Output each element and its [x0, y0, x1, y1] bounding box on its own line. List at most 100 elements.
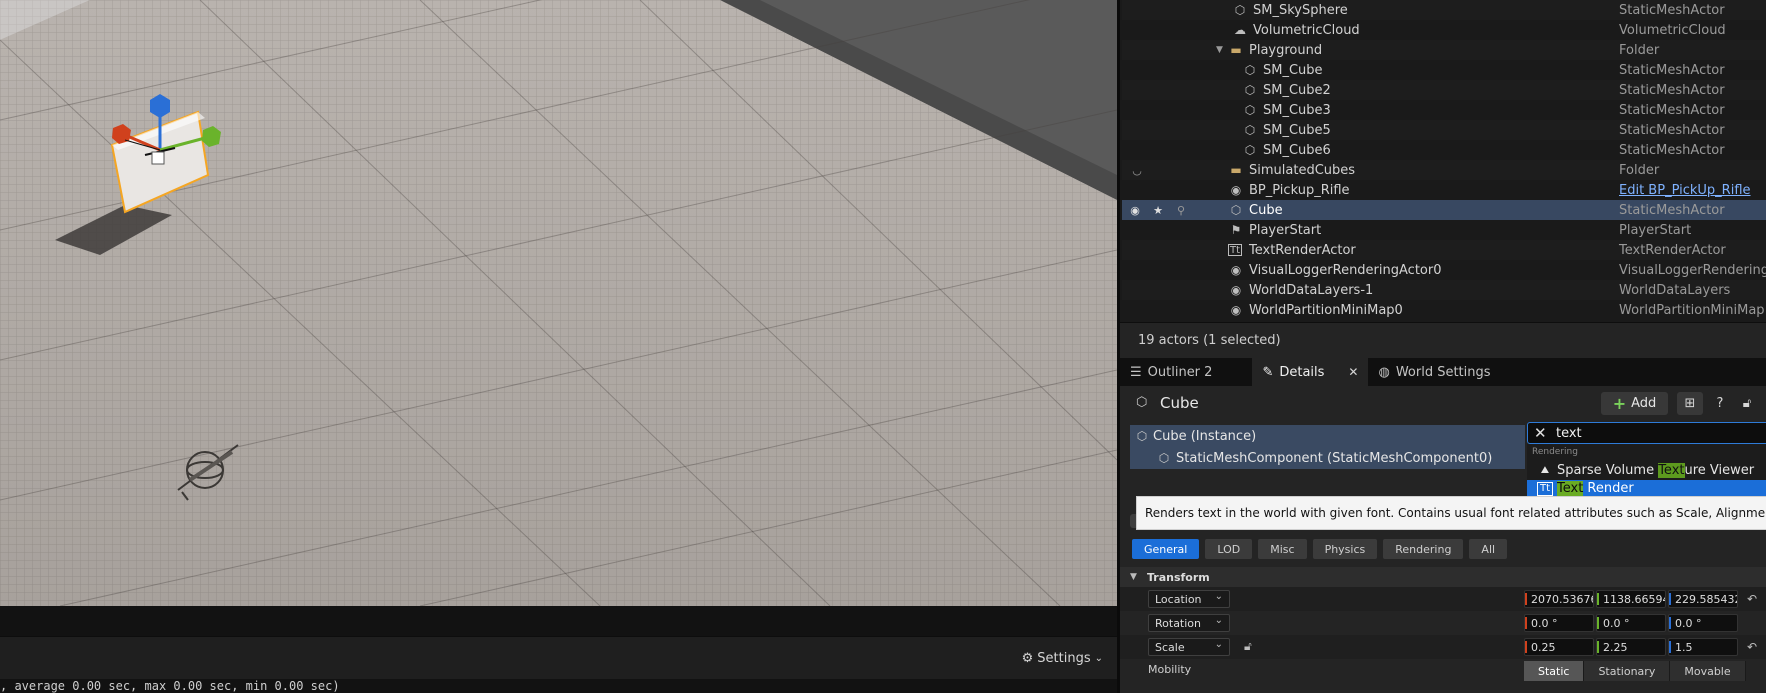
outliner-row[interactable]: ⬡ SM_Cube6 StaticMeshActor	[1122, 140, 1766, 160]
tab-details[interactable]: ✎ Details ✕	[1252, 358, 1369, 386]
component-tree-root[interactable]: ⬡ Cube (Instance)	[1130, 425, 1525, 447]
outliner-row[interactable]: ⚑ PlayerStart PlayerStart	[1122, 220, 1766, 240]
mobility-static[interactable]: Static	[1524, 661, 1585, 681]
help-button[interactable]: ?	[1707, 392, 1733, 415]
outliner-row[interactable]: ◉ WorldPartitionMiniMap0 WorldPartitionM…	[1122, 300, 1766, 320]
bottom-toolbar: ⚙ Settings ⌄	[0, 636, 1117, 679]
location-z-field[interactable]: 229.585432	[1668, 590, 1738, 608]
level-viewport[interactable]	[0, 0, 1117, 606]
add-component-search[interactable]: ✕	[1527, 422, 1766, 444]
filter-lod[interactable]: LOD	[1205, 539, 1253, 559]
tab-outliner-2[interactable]: ☰ Outliner 2	[1120, 358, 1222, 386]
rotation-z-field[interactable]: 0.0 °	[1668, 614, 1738, 632]
viewport-settings-label: Settings	[1037, 650, 1091, 666]
filter-general[interactable]: General	[1132, 539, 1200, 559]
actor-icon: ◉	[1230, 263, 1242, 277]
scale-z-field[interactable]: 1.5	[1668, 638, 1738, 656]
pin-icon[interactable]: ⚲	[1172, 201, 1190, 219]
visibility-eye-icon[interactable]: ◉	[1126, 201, 1144, 219]
outliner-row[interactable]: ◉ VisualLoggerRenderingActor0 VisualLogg…	[1122, 260, 1766, 280]
unlock-icon[interactable]: 🔓︎	[1244, 639, 1252, 654]
folder-open-icon: ▬	[1230, 43, 1242, 57]
section-label: Transform	[1147, 570, 1210, 584]
transform-section-header[interactable]: ▼ Transform	[1120, 567, 1766, 587]
gear-icon: ⚙	[1021, 650, 1034, 666]
outliner-row-selected[interactable]: ◉ ★ ⚲ ⬡ Cube StaticMeshActor	[1122, 200, 1766, 220]
outliner-row[interactable]: ◉ WorldDataLayers-1 WorldDataLayers	[1122, 280, 1766, 300]
blueprint-hierarchy-button[interactable]: ⊞	[1677, 392, 1703, 415]
rotation-y-field[interactable]: 0.0 °	[1596, 614, 1666, 632]
mesh-icon: ⬡	[1136, 429, 1148, 443]
text-render-icon: Tt	[1228, 244, 1242, 256]
close-icon[interactable]: ✕	[1348, 365, 1358, 379]
outliner-row-name: SM_Cube6	[1263, 142, 1331, 158]
outliner-row-type: Folder	[1619, 42, 1660, 58]
outliner-row[interactable]: ⬡ SM_Cube5 StaticMeshActor	[1122, 120, 1766, 140]
outliner-row-name: SM_Cube2	[1263, 82, 1331, 98]
filter-physics[interactable]: Physics	[1312, 539, 1378, 559]
editor-right-panel: ⬡ SM_SkySphere StaticMeshActor ☁ Volumet…	[1117, 0, 1766, 693]
dropdown-item-text-render[interactable]: Tt Text Render	[1527, 480, 1766, 497]
dropdown-item-label: Text Render	[1557, 481, 1634, 496]
location-x-field[interactable]: 2070.53676	[1524, 590, 1594, 608]
mobility-movable[interactable]: Movable	[1670, 661, 1746, 681]
filter-rendering[interactable]: Rendering	[1383, 539, 1464, 559]
reset-arrow-icon[interactable]: ↶	[1747, 640, 1757, 654]
tab-world-settings[interactable]: ◍ World Settings	[1368, 358, 1500, 386]
rotation-dropdown[interactable]: Rotation ⌄	[1148, 614, 1230, 632]
add-component-button[interactable]: + Add	[1601, 392, 1668, 415]
chevron-down-icon: ⌄	[1214, 639, 1223, 650]
actor-icon: ◉	[1230, 183, 1242, 197]
mobility-segmented-control: Static Stationary Movable	[1524, 661, 1746, 681]
outliner-row[interactable]: ☁ VolumetricCloud VolumetricCloud	[1122, 20, 1766, 40]
world-outliner: ⬡ SM_SkySphere StaticMeshActor ☁ Volumet…	[1120, 0, 1766, 322]
scale-label: Scale	[1155, 640, 1185, 654]
edit-blueprint-link[interactable]: Edit BP_PickUp_Rifle	[1619, 183, 1751, 198]
lock-button[interactable]: 🔓︎	[1734, 392, 1760, 415]
hidden-eye-icon[interactable]: ◡	[1128, 161, 1146, 179]
scale-dropdown[interactable]: Scale ⌄	[1148, 638, 1230, 656]
hierarchy-icon: ⊞	[1684, 396, 1696, 411]
scale-y-field[interactable]: 2.25	[1596, 638, 1666, 656]
outliner-row[interactable]: ◉ BP_Pickup_Rifle Edit BP_PickUp_Rifle	[1122, 180, 1766, 200]
outliner-row[interactable]: ⬡ SM_Cube3 StaticMeshActor	[1122, 100, 1766, 120]
outliner-row[interactable]: ⬡ SM_Cube2 StaticMeshActor	[1122, 80, 1766, 100]
clear-search-icon[interactable]: ✕	[1534, 425, 1550, 441]
dropdown-item-label: Sparse Volume Texture Viewer	[1557, 463, 1755, 478]
outliner-row[interactable]: ▼ ▬ Playground Folder	[1122, 40, 1766, 60]
outliner-row[interactable]: ⬡ SM_SkySphere StaticMeshActor	[1122, 0, 1766, 20]
mobility-stationary[interactable]: Stationary	[1584, 661, 1671, 681]
details-header: ⬡ Cube + Add ⊞ ? 🔓︎	[1120, 386, 1766, 420]
outliner-row[interactable]: ⬡ SM_Cube StaticMeshActor	[1122, 60, 1766, 80]
star-icon[interactable]: ★	[1149, 201, 1167, 219]
tab-label: World Settings	[1395, 364, 1491, 380]
outliner-row-type: StaticMeshActor	[1619, 202, 1725, 218]
outliner-row-name: VisualLoggerRenderingActor0	[1249, 262, 1442, 278]
expand-arrow-icon[interactable]: ▼	[1216, 45, 1223, 55]
location-y-field[interactable]: 1138.66594	[1596, 590, 1666, 608]
mesh-icon: ⬡	[1230, 203, 1242, 217]
outliner-row-type: TextRenderActor	[1619, 242, 1726, 258]
location-dropdown[interactable]: Location ⌄	[1148, 590, 1230, 608]
add-label: Add	[1631, 396, 1657, 411]
scale-x-field[interactable]: 0.25	[1524, 638, 1594, 656]
outliner-row[interactable]: Tt TextRenderActor TextRenderActor	[1122, 240, 1766, 260]
outliner-row-name: SM_Cube	[1263, 62, 1323, 78]
outliner-row[interactable]: ◡ ▬ SimulatedCubes Folder	[1122, 160, 1766, 180]
details-title: Cube	[1160, 394, 1199, 412]
outliner-row-name: SM_Cube5	[1263, 122, 1331, 138]
mesh-icon: ⬡	[1234, 3, 1246, 17]
add-component-search-input[interactable]	[1556, 424, 1756, 442]
filter-all[interactable]: All	[1469, 539, 1508, 559]
reset-arrow-icon[interactable]: ↶	[1747, 592, 1757, 606]
plus-icon: +	[1612, 394, 1627, 413]
dropdown-item-sparse-volume-texture-viewer[interactable]: ⛰ Sparse Volume Texture Viewer	[1527, 462, 1766, 479]
component-tree-item[interactable]: ⬡ StaticMeshComponent (StaticMeshCompone…	[1130, 447, 1525, 469]
viewport-settings-button[interactable]: ⚙ Settings ⌄	[1022, 647, 1103, 669]
component-label: StaticMeshComponent (StaticMeshComponent…	[1176, 450, 1493, 466]
outliner-row-name: SM_Cube3	[1263, 102, 1331, 118]
viewport-scene	[0, 0, 1117, 606]
filter-misc[interactable]: Misc	[1258, 539, 1307, 559]
folder-icon: ▬	[1230, 163, 1242, 177]
rotation-x-field[interactable]: 0.0 °	[1524, 614, 1594, 632]
